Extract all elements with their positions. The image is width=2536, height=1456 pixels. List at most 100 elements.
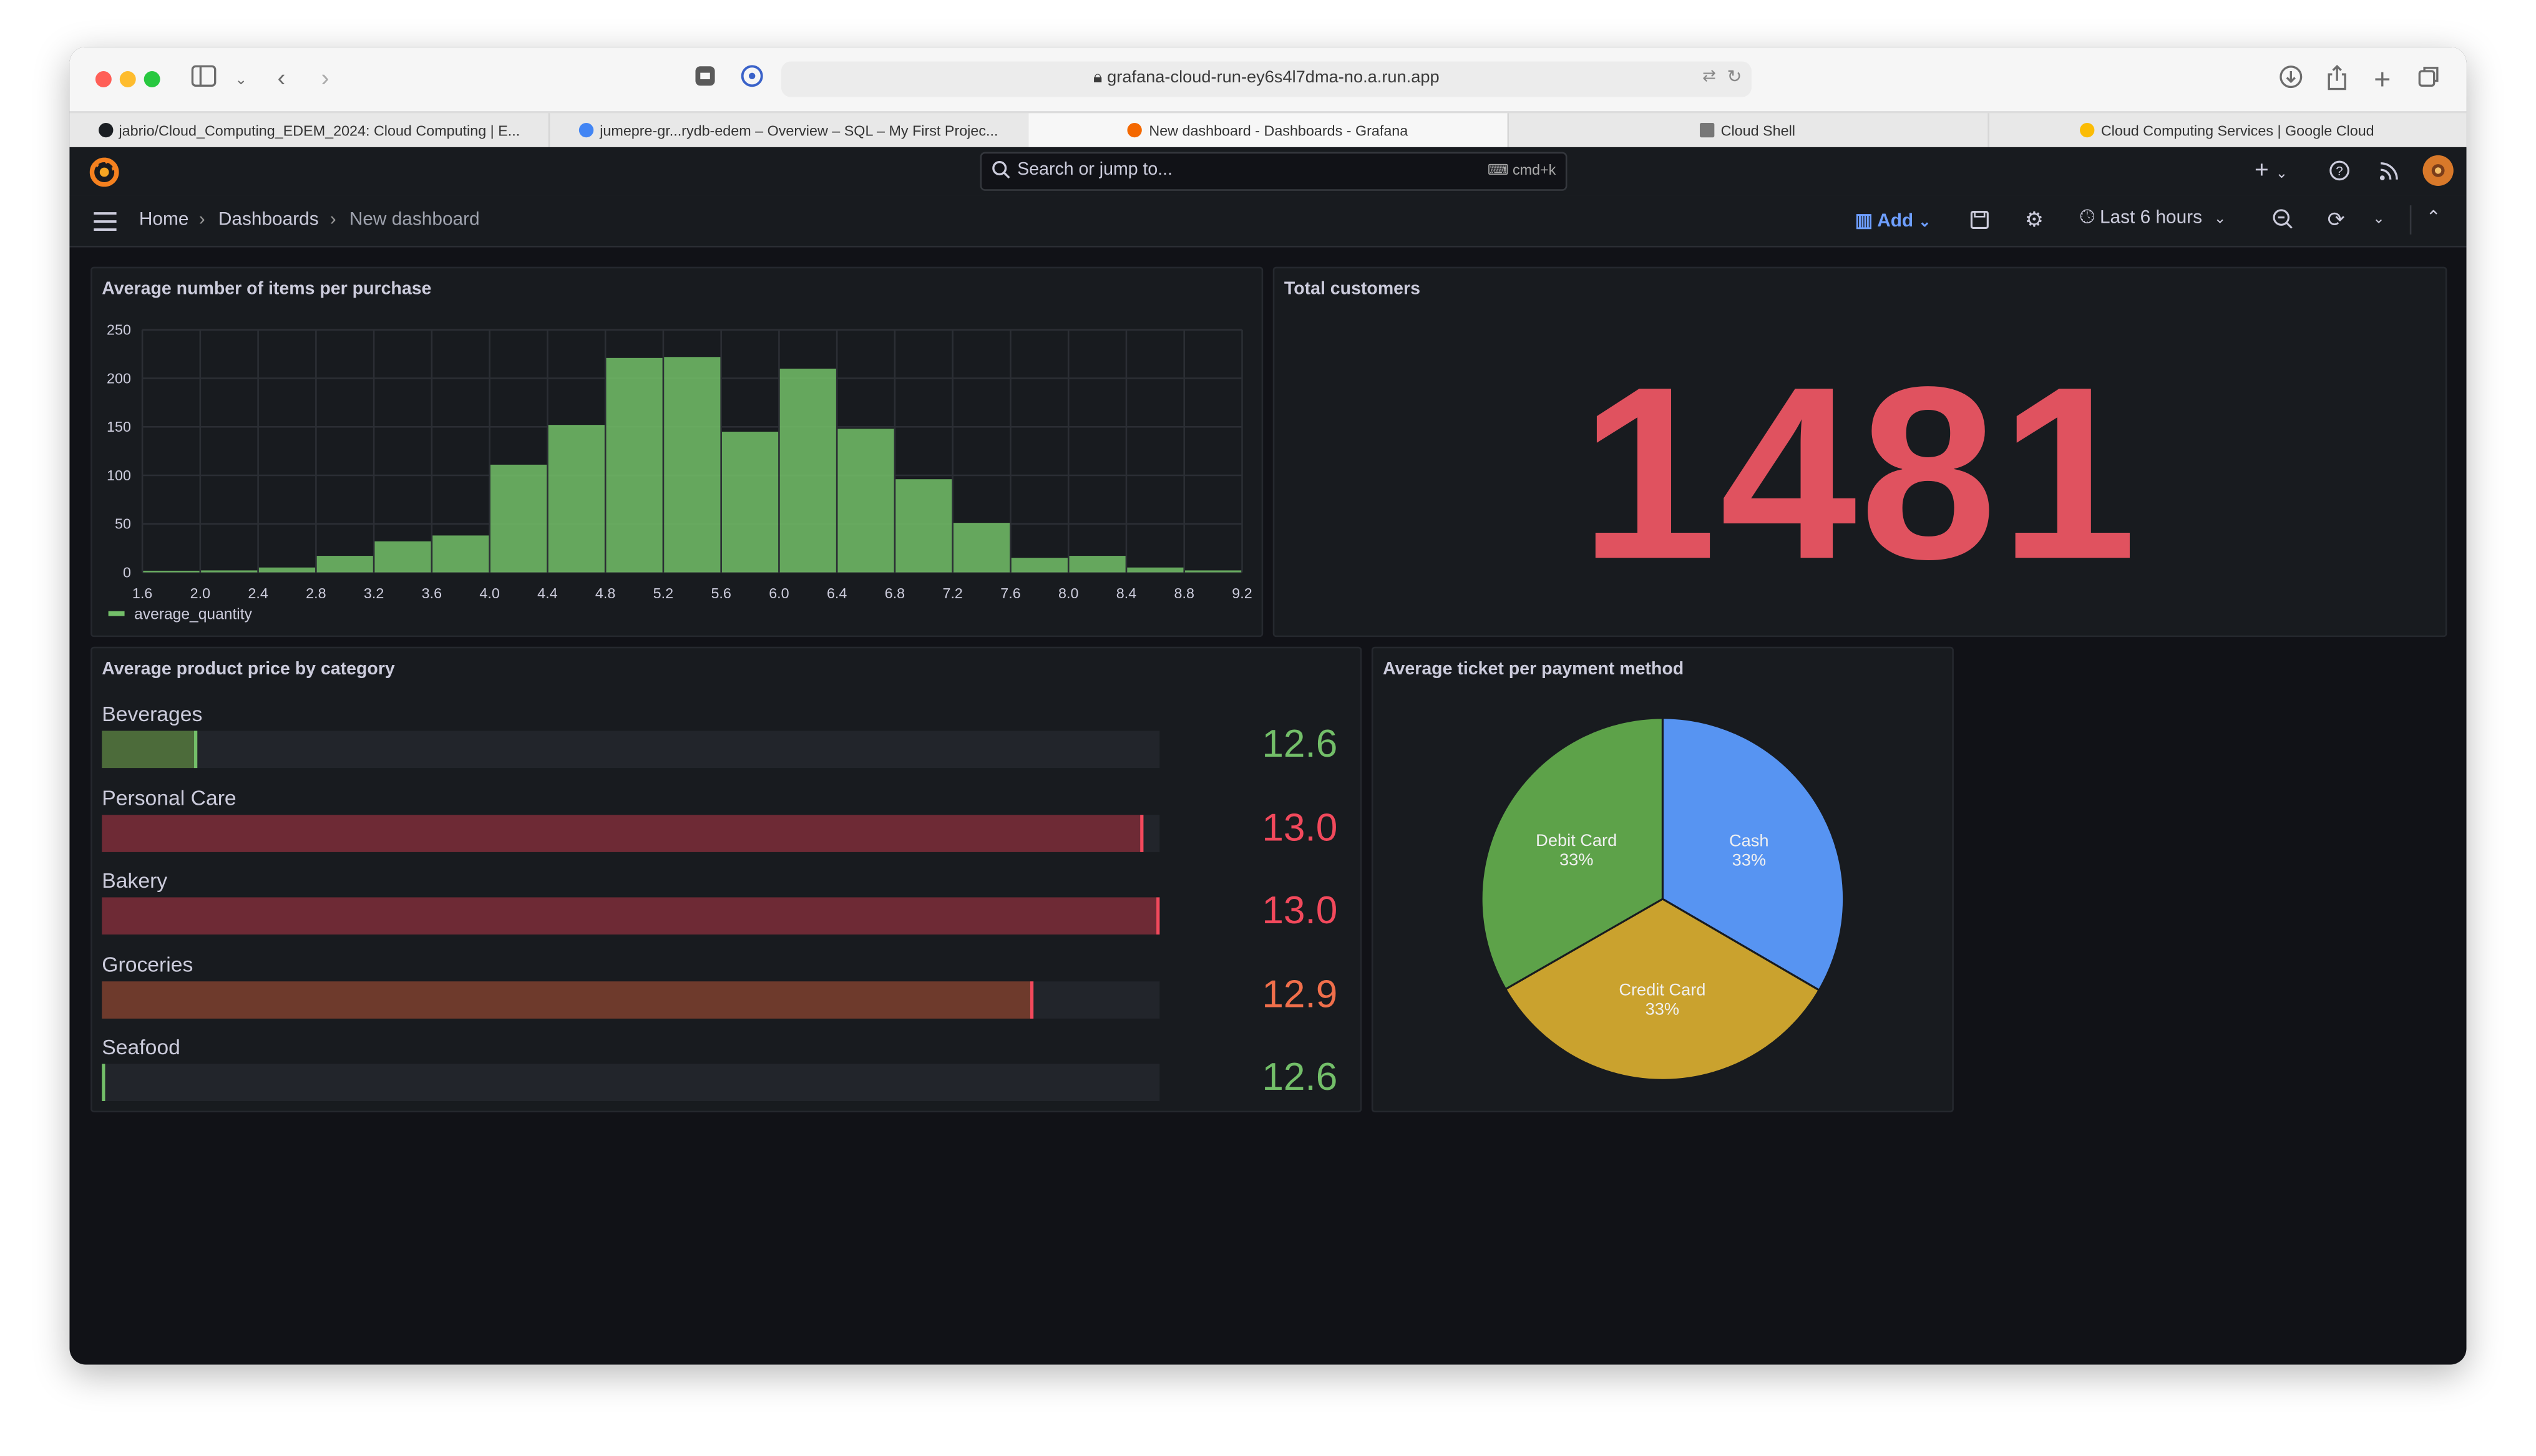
legend-label[interactable]: average_quantity [134,606,253,623]
refresh-interval-chevron-icon[interactable]: ⌄ [2373,207,2385,230]
bar-gauge-edge [1156,897,1160,935]
pie-percent: 33% [1732,850,1766,869]
tab-github[interactable]: jabrio/Cloud_Computing_EDEM_2024: Cloud … [69,113,550,149]
y-tick-label: 100 [107,467,131,483]
x-tick-label: 3.2 [364,585,384,601]
browser-toolbar: ⌄ ‹ › 🔒︎ grafana-cloud-run-ey6s4l7dma-no… [69,47,2467,112]
news-rss-icon[interactable] [2379,160,2401,186]
chevron-down-icon: ⌄ [1918,213,1931,230]
histogram-bar[interactable] [1127,567,1184,573]
url-text: grafana-cloud-run-ey6s4l7dma-no.a.run.ap… [1107,67,1440,87]
pie-label: Cash [1729,830,1769,850]
refresh-icon[interactable]: ⟳ [2328,208,2345,231]
histogram-bar[interactable] [432,535,489,573]
add-button[interactable]: ▥ Add ⌄ [1855,208,1931,231]
downloads-icon[interactable] [2276,65,2305,94]
x-tick-label: 2.4 [248,585,268,601]
search-input[interactable]: Search or jump to... ⌨ cmd+k [980,152,1568,191]
histogram-bar[interactable] [143,570,200,573]
histogram-bar[interactable] [837,429,894,573]
tab-cloud-shell[interactable]: Cloud Shell [1508,113,1989,149]
sidebar-icon[interactable] [189,65,218,94]
zoom-out-icon[interactable] [2272,208,2293,234]
pie-percent: 33% [1559,850,1593,869]
add-panel-icon: ▥ [1855,211,1873,231]
collapse-chevron-up-icon[interactable]: ⌃ [2426,207,2441,230]
back-icon[interactable]: ‹ [267,65,296,94]
y-tick-label: 250 [107,322,131,338]
tab-overview-icon[interactable] [2415,65,2444,94]
panel-bar-gauge[interactable]: Average product price by category Bevera… [90,646,1362,1113]
histogram-bar[interactable] [316,556,373,573]
histogram-bar[interactable] [1011,558,1068,573]
tab-google-cloud[interactable]: Cloud Computing Services | Google Cloud [1987,113,2466,148]
x-tick-label: 7.2 [942,585,962,601]
y-tick-label: 200 [107,370,131,386]
histogram-bar[interactable] [953,523,1010,573]
histogram-bar[interactable] [779,368,836,573]
breadcrumb-home[interactable]: Home [139,210,189,230]
bar-gauge-label: Beverages [102,701,203,726]
password-icon[interactable] [738,65,767,94]
extension-icon[interactable] [691,65,720,94]
pie-label: Credit Card [1619,980,1705,999]
tab-sql-overview[interactable]: jumepre-gr...rydb-edem – Overview – SQL … [549,113,1030,149]
bar-gauge-edge [1140,813,1144,852]
histogram-bar[interactable] [1185,570,1242,573]
x-tick-label: 9.2 [1232,585,1252,601]
x-tick-label: 5.2 [653,585,673,601]
keyboard-icon: ⌨ [1487,162,1513,178]
close-window-button[interactable] [95,71,112,87]
histogram-bar[interactable] [258,567,316,573]
chevron-down-icon: ⌄ [2213,210,2226,226]
x-tick-label: 1.6 [132,585,152,601]
histogram-bar[interactable] [606,357,663,573]
grafana-logo[interactable] [89,157,120,195]
tab-strip: jabrio/Cloud_Computing_EDEM_2024: Cloud … [69,111,2467,149]
reload-icon[interactable]: ↻ [1727,66,1742,87]
address-bar[interactable]: 🔒︎ grafana-cloud-run-ey6s4l7dma-no.a.run… [781,61,1752,97]
breadcrumb-separator-icon: › [329,210,336,230]
zoom-window-button[interactable] [144,71,160,87]
histogram-bar[interactable] [490,464,547,573]
clock-icon: 🕓︎ [2080,208,2095,228]
histogram-bar[interactable] [374,541,431,573]
histogram-bar[interactable] [1069,556,1126,573]
new-tab-icon[interactable]: + [2368,65,2397,94]
bar-gauge-label: Groceries [102,951,193,976]
breadcrumb-dashboards[interactable]: Dashboards [218,210,319,230]
share-icon[interactable] [2323,64,2352,94]
avatar[interactable] [2422,155,2454,187]
y-tick-label: 0 [123,564,131,580]
panel-histogram[interactable]: Average number of items per purchase 0 50… [90,266,1264,638]
help-icon[interactable]: ? [2329,160,2350,186]
minimize-window-button[interactable] [119,71,136,87]
x-tick-label: 8.0 [1058,585,1078,601]
translate-icon[interactable]: ⇄ [1702,68,1716,86]
menu-icon[interactable] [92,210,118,240]
forward-icon[interactable]: › [311,65,340,94]
x-tick-label: 6.0 [769,585,789,601]
histogram-bar[interactable] [664,357,721,573]
chevron-down-icon[interactable]: ⌄ [227,65,256,94]
save-icon[interactable] [1970,210,1989,235]
panel-stat[interactable]: Total customers 1481 [1272,266,2447,638]
bar-gauge-label: Personal Care [102,785,237,810]
google-cloud-icon [2080,122,2095,138]
bar-gauge-track [102,1064,1160,1102]
x-tick-label: 4.4 [537,585,557,601]
google-cloud-icon [578,122,593,138]
histogram-bar[interactable] [548,425,605,573]
histogram-bar[interactable] [721,432,779,573]
bar-gauge-value: 12.6 [1262,1056,1338,1100]
histogram-bar[interactable] [201,570,258,573]
time-range-picker[interactable]: 🕓︎ Last 6 hours ⌄ [2080,208,2226,230]
histogram-bar[interactable] [895,479,952,573]
search-shortcut: cmd+k [1512,162,1556,178]
bar-gauge-label: Seafood [102,1034,180,1059]
new-plus-icon[interactable]: + ⌄ [2255,158,2288,185]
bar-gauge-value: 13.0 [1262,889,1338,933]
panel-pie[interactable]: Average ticket per payment method Cash 33… [1371,646,1954,1113]
settings-gear-icon[interactable]: ⚙ [2025,208,2044,231]
tab-grafana[interactable]: New dashboard - Dashboards - Grafana [1028,113,1509,149]
